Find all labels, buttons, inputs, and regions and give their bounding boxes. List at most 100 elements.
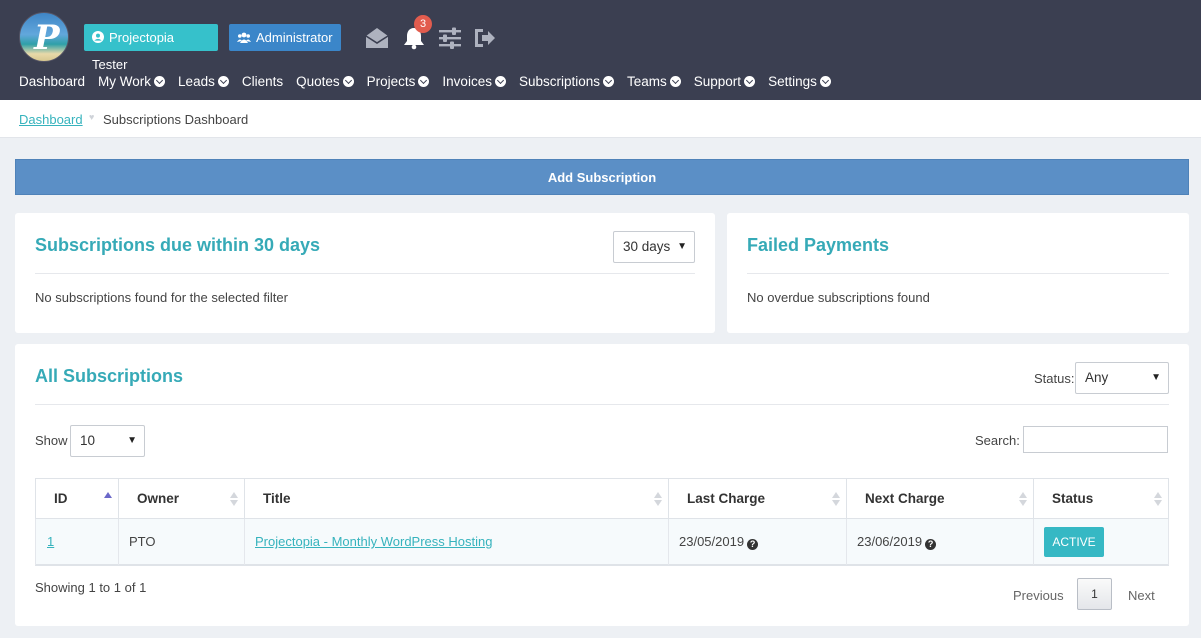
nav-item-quotes[interactable]: Quotes [296,72,354,90]
users-icon [237,24,251,51]
breadcrumb-dashboard-link[interactable]: Dashboard [19,112,83,127]
show-entries-select[interactable]: 10 ▼ [70,425,145,457]
chevron-down-icon [494,75,506,87]
nav-item-support[interactable]: Support [693,72,756,90]
nav-item-leads[interactable]: Leads [178,72,229,90]
subscriptions-due-panel: Subscriptions due within 30 days 30 days… [15,213,715,333]
nav-item-label: Clients [241,73,284,89]
chevron-down-icon [342,75,354,87]
column-header-owner[interactable]: Owner [118,478,244,518]
column-header-label: Title [263,491,291,506]
status-filter-select[interactable]: Any ▼ [1075,362,1169,394]
nav-item-label: Projects [366,73,416,89]
cell-next-charge: 23/06/2019? [846,519,1033,565]
show-entries-label: Show [35,433,68,448]
caret-down-icon: ▼ [1151,372,1161,383]
divider [35,404,1169,405]
nav-item-label: Subscriptions [518,73,600,89]
all-subscriptions-panel: All Subscriptions Status: Any ▼ Show 10 … [15,344,1189,626]
pager-next-button[interactable]: Next [1128,588,1155,603]
envelope-open-icon[interactable] [365,26,389,50]
question-circle-icon[interactable]: ? [925,539,937,550]
status-filter-label: Status: [1034,371,1075,386]
sign-out-icon[interactable] [472,26,496,50]
breadcrumb-current: Subscriptions Dashboard [103,112,249,127]
nav-item-label: Settings [768,73,817,89]
sort-both-icon [654,492,662,506]
column-header-label: Owner [137,491,180,506]
sort-both-icon [230,492,238,506]
column-header-last-charge[interactable]: Last Charge [668,478,846,518]
table-info: Showing 1 to 1 of 1 [35,580,147,595]
main-nav: Dashboard My Work Leads Clients Quotes Projec… [19,72,844,90]
due-days-select[interactable]: 30 days ▼ [613,231,695,263]
status-badge[interactable]: ACTIVE [1044,527,1104,557]
failed-panel-title: Failed Payments [747,235,890,255]
column-header-next-charge[interactable]: Next Charge [846,478,1033,518]
subscription-id-link[interactable]: 1 [47,534,54,549]
cell-owner: PTO [118,519,244,565]
nav-item-label: Support [693,73,742,89]
nav-item-label: My Work [98,73,152,89]
nav-item-subscriptions[interactable]: Subscriptions [519,72,614,90]
due-panel-title: Subscriptions due within 30 days [35,235,321,255]
chevron-down-icon [154,75,166,87]
nav-item-clients[interactable]: Clients [242,72,283,90]
nav-item-my-work[interactable]: My Work [98,72,166,90]
nav-item-label: Dashboard [19,73,86,89]
column-header-label: ID [54,491,68,506]
cell-status: ACTIVE [1033,519,1169,565]
column-header-id[interactable]: ID [35,478,118,518]
user-profile-button[interactable]: Projectopia Tester [84,24,218,72]
status-filter-value: Any [1085,370,1109,385]
heart-separator-icon: ♥ [89,112,95,122]
failed-empty-text: No overdue subscriptions found [747,290,930,305]
nav-item-dashboard[interactable]: Dashboard [19,72,85,90]
divider [35,273,695,274]
role-label: Administrator [256,30,333,45]
breadcrumb: Dashboard ♥ Subscriptions Dashboard [0,100,1201,138]
app-logo[interactable]: P [19,12,69,62]
failed-payments-panel: Failed Payments No overdue subscriptions… [727,213,1189,333]
due-empty-text: No subscriptions found for the selected … [35,290,288,305]
table-row: 1 PTO Projectopia - Monthly WordPress Ho… [35,518,1169,566]
nav-item-label: Teams [627,73,667,89]
top-header: P Projectopia Tester Administrator 3 Das… [0,0,1201,100]
nav-item-teams[interactable]: Teams [627,72,681,90]
cell-id: 1 [35,519,118,565]
next-charge-date: 23/06/2019 [857,534,923,549]
nav-item-projects[interactable]: Projects [367,72,430,90]
chevron-down-icon [217,75,229,87]
question-circle-icon[interactable]: ? [747,539,759,550]
pager-previous-button[interactable]: Previous [1013,588,1064,603]
column-header-status[interactable]: Status [1033,478,1169,518]
nav-item-label: Quotes [296,73,340,89]
search-input[interactable] [1023,426,1168,453]
chevron-down-icon [603,75,614,87]
logo-letter: P [34,18,60,58]
pager-page-button[interactable]: 1 [1077,578,1112,610]
nav-item-invoices[interactable]: Invoices [442,72,506,90]
due-days-value: 30 days [623,239,671,254]
sliders-icon[interactable] [438,26,462,50]
cell-title: Projectopia - Monthly WordPress Hosting [244,519,668,565]
cell-last-charge: 23/05/2019? [668,519,846,565]
add-subscription-button[interactable]: Add Subscription [15,159,1189,195]
user-label: Projectopia Tester [92,30,175,72]
notification-count-badge: 3 [414,15,432,33]
divider [747,273,1169,274]
role-button[interactable]: Administrator [229,24,341,51]
subscription-title-link[interactable]: Projectopia - Monthly WordPress Hosting [255,534,492,549]
show-entries-value: 10 [80,433,96,448]
column-header-title[interactable]: Title [244,478,668,518]
nav-item-settings[interactable]: Settings [768,72,831,90]
search-label: Search: [975,433,1020,448]
user-circle-icon [92,24,104,51]
column-header-label: Next Charge [865,491,945,506]
sort-both-icon [1019,492,1027,506]
chevron-down-icon [744,75,756,87]
sort-both-icon [832,492,840,506]
last-charge-date: 23/05/2019 [679,534,745,549]
chevron-down-icon [819,75,831,87]
column-header-label: Status [1052,491,1094,506]
